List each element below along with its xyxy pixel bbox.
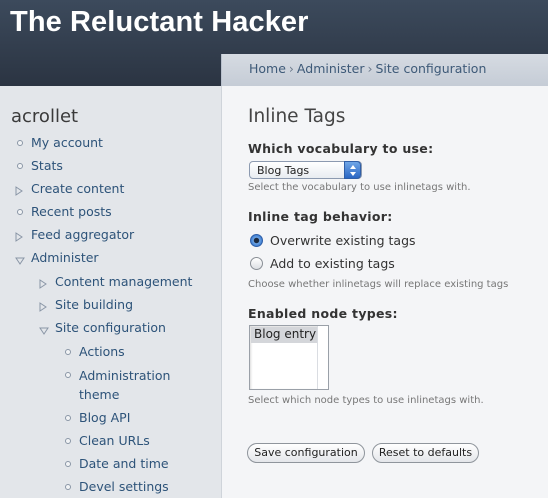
behavior-description: Choose whether inlinetags will replace e…: [248, 279, 509, 290]
breadcrumb-site-configuration-link[interactable]: Site configuration: [375, 61, 486, 76]
sidebar-item-label: Administration theme: [79, 368, 171, 402]
vocabulary-description: Select the vocabulary to use inlinetags …: [248, 182, 471, 193]
add-tags-radio[interactable]: [250, 257, 263, 270]
triangle-right-icon: [15, 184, 25, 196]
main-content: Inline Tags Which vocabulary to use: Blo…: [222, 86, 548, 498]
sidebar-item-label: Stats: [31, 158, 63, 173]
circle-bullet-icon: [65, 461, 71, 467]
vocabulary-select-value: Blog Tags: [257, 164, 310, 177]
circle-bullet-icon: [17, 209, 23, 215]
triangle-right-icon: [15, 230, 25, 242]
node-type-option[interactable]: Blog entry: [251, 327, 317, 343]
listbox-scrollbar[interactable]: [317, 326, 328, 389]
circle-bullet-icon: [65, 438, 71, 444]
vocabulary-select[interactable]: Blog Tags: [249, 161, 362, 179]
save-configuration-button[interactable]: Save configuration: [247, 443, 365, 463]
breadcrumb-bar: Home › Administer › Site configuration: [221, 54, 548, 86]
sidebar-item-label: Site building: [55, 297, 134, 312]
node-types-listbox[interactable]: Blog entry: [249, 325, 329, 390]
breadcrumb-separator: ›: [288, 61, 294, 76]
select-arrows-icon: [344, 161, 361, 179]
overwrite-tags-radio[interactable]: [250, 234, 263, 247]
sidebar-item-label: Content management: [55, 274, 193, 289]
triangle-down-icon: [39, 323, 49, 335]
circle-bullet-icon: [65, 484, 71, 490]
breadcrumb-home-link[interactable]: Home: [249, 61, 286, 76]
circle-bullet-icon: [17, 140, 23, 146]
circle-bullet-icon: [65, 349, 71, 355]
breadcrumb: Home › Administer › Site configuration: [249, 61, 486, 76]
circle-bullet-icon: [65, 415, 71, 421]
sidebar-item-label: Devel settings: [79, 479, 169, 494]
site-title[interactable]: The Reluctant Hacker: [10, 6, 309, 39]
sidebar-item-label: Clean URLs: [79, 433, 150, 448]
sidebar-item-label: Recent posts: [31, 204, 112, 219]
sidebar-item-label: Actions: [79, 344, 125, 359]
sidebar-item-label: Blog API: [79, 410, 131, 425]
node-types-label: Enabled node types:: [248, 306, 398, 321]
breadcrumb-administer-link[interactable]: Administer: [297, 61, 365, 76]
circle-bullet-icon: [17, 163, 23, 169]
sidebar-item-label: Create content: [31, 181, 125, 196]
sidebar-item-label: Date and time: [79, 456, 169, 471]
user-name: acrollet: [11, 106, 79, 127]
sidebar-item-label: My account: [31, 135, 103, 150]
triangle-right-icon: [39, 277, 49, 289]
sidebar-item-label: Feed aggregator: [31, 227, 135, 242]
behavior-label: Inline tag behavior:: [248, 209, 393, 224]
triangle-down-icon: [15, 253, 25, 265]
breadcrumb-separator: ›: [367, 61, 373, 76]
vocabulary-label: Which vocabulary to use:: [248, 141, 434, 156]
sidebar: acrollet My account Stats Create content…: [0, 86, 222, 498]
add-tags-label[interactable]: Add to existing tags: [270, 256, 395, 271]
sidebar-item-label: Administer: [31, 250, 99, 265]
sidebar-item-label: Site configuration: [55, 320, 166, 335]
reset-to-defaults-button[interactable]: Reset to defaults: [372, 443, 479, 463]
page-title: Inline Tags: [248, 106, 346, 127]
node-types-description: Select which node types to use inlinetag…: [248, 395, 484, 406]
triangle-right-icon: [39, 300, 49, 312]
circle-bullet-icon: [65, 372, 71, 378]
overwrite-tags-label[interactable]: Overwrite existing tags: [270, 233, 416, 248]
